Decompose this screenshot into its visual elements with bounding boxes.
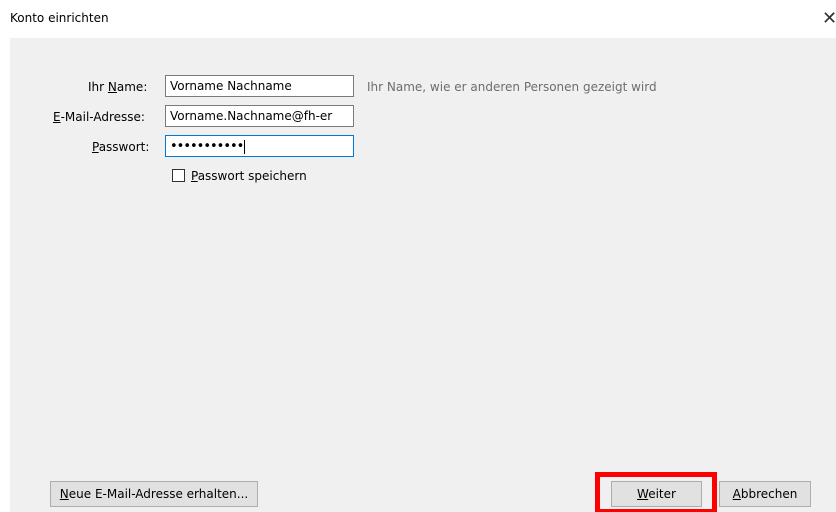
setup-dialog: Konto einrichten ✕ Ihr Name: Vorname Nac… — [0, 0, 836, 512]
password-field-value: ••••••••••• — [170, 139, 244, 154]
remember-password-label[interactable]: Passwort speichern — [191, 169, 307, 183]
password-field[interactable]: ••••••••••• — [165, 135, 354, 157]
dialog-title: Konto einrichten — [10, 11, 109, 25]
remember-password-checkbox[interactable] — [172, 169, 185, 182]
name-hint: Ihr Name, wie er anderen Personen gezeig… — [367, 80, 657, 94]
name-field[interactable]: Vorname Nachname — [165, 75, 354, 97]
cancel-button[interactable]: Abbrechen — [719, 481, 811, 507]
email-label: E-Mail-Adresse: — [53, 110, 145, 124]
email-field[interactable]: Vorname.Nachname@fh-er — [165, 105, 354, 127]
close-icon[interactable]: ✕ — [822, 6, 836, 32]
next-button[interactable]: Weiter — [611, 481, 702, 507]
title-bar: Konto einrichten ✕ — [0, 0, 836, 38]
new-email-address-button[interactable]: Neue E-Mail-Adresse erhalten... — [50, 481, 258, 507]
name-label: Ihr Name: — [88, 80, 148, 94]
name-field-value: Vorname Nachname — [170, 79, 292, 93]
password-label: Passwort: — [92, 140, 150, 154]
email-field-value: Vorname.Nachname@fh-er — [170, 109, 333, 123]
dialog-body: Ihr Name: Vorname Nachname Ihr Name, wie… — [10, 38, 836, 512]
text-caret — [244, 139, 246, 154]
